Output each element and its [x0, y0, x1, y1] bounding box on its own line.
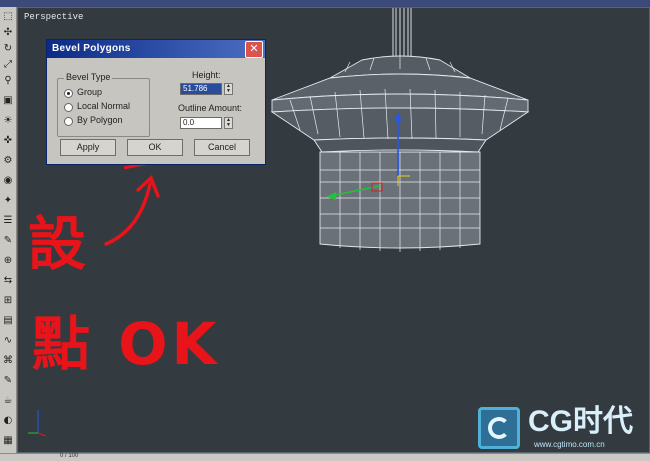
height-input[interactable]: 51.786 [180, 83, 222, 95]
height-spin-arrows-icon[interactable]: ▲ ▼ [224, 83, 233, 95]
bevel-polygons-dialog: Bevel Polygons ✕ Bevel Type Group Local … [46, 39, 266, 165]
dialog-title: Bevel Polygons [52, 43, 131, 54]
dialog-title-bar[interactable]: Bevel Polygons ✕ [47, 40, 265, 58]
bevel-type-legend: Bevel Type [64, 72, 113, 82]
axis-tripod [28, 410, 47, 437]
cg-logo-icon [478, 407, 520, 449]
outline-amount-label: Outline Amount: [178, 103, 243, 113]
bevel-type-group: Bevel Type Group Local Normal By Polygon [57, 72, 150, 137]
radio-by-polygon-dot[interactable] [64, 117, 73, 126]
apply-button[interactable]: Apply [60, 139, 116, 156]
annotation-click-ok: 點 OK [32, 310, 221, 378]
close-icon[interactable]: ✕ [245, 41, 263, 58]
outline-amount-spinner[interactable]: 0.0 ▲ ▼ [180, 117, 234, 129]
ok-button[interactable]: OK [127, 139, 183, 156]
watermark-brand: CG时代 [528, 405, 633, 438]
radio-local-normal-label[interactable]: Local Normal [77, 101, 130, 111]
height-label: Height: [192, 70, 221, 80]
radio-group-dot[interactable] [64, 89, 73, 98]
radio-by-polygon-label[interactable]: By Polygon [77, 115, 123, 125]
watermark-url: www.cgtimo.com.cn [534, 440, 605, 449]
outline-spin-arrows-icon[interactable]: ▲ ▼ [224, 117, 233, 129]
outline-amount-input[interactable]: 0.0 [180, 117, 222, 129]
status-value: 0 / 100 [60, 453, 79, 459]
radio-local-normal-dot[interactable] [64, 103, 73, 112]
height-spinner[interactable]: 51.786 ▲ ▼ [180, 83, 234, 95]
cancel-button[interactable]: Cancel [194, 139, 250, 156]
cg-watermark: CG时代 www.cgtimo.com.cn [476, 405, 646, 453]
annotation-set: 設 [28, 210, 87, 278]
cable [392, 8, 412, 62]
radio-group-label[interactable]: Group [77, 87, 102, 97]
red-arrow [104, 174, 160, 246]
